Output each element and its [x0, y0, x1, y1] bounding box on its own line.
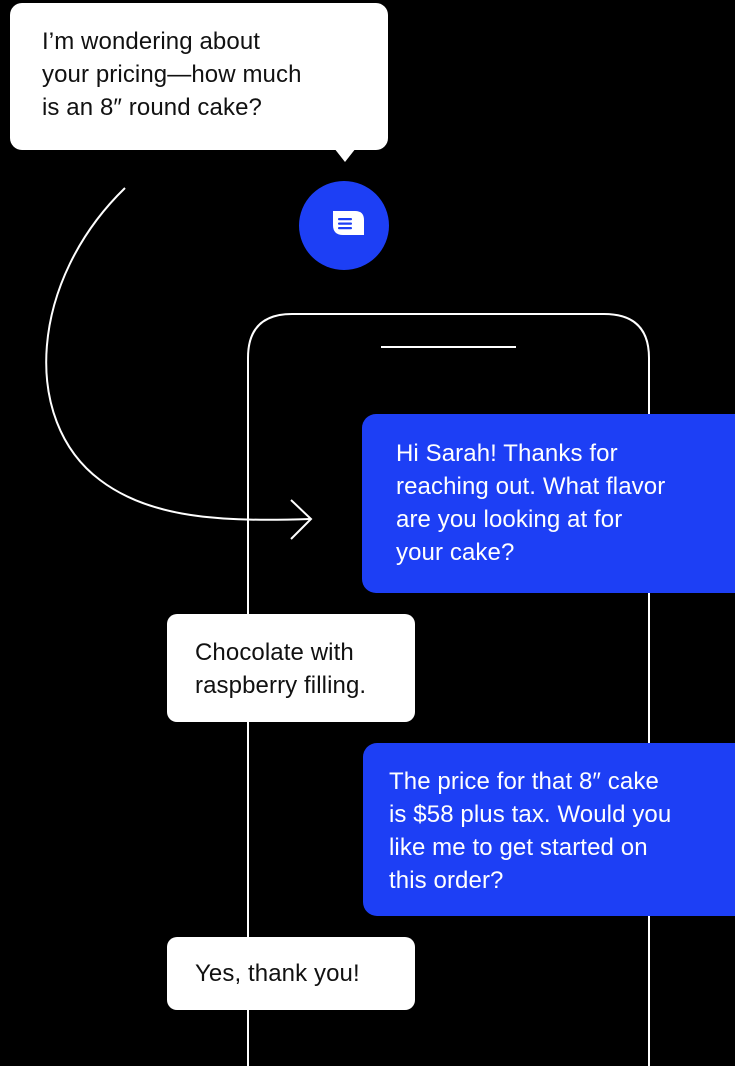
message-line: The price for that 8″ cake	[389, 768, 659, 795]
customer-reply-bubble: Chocolate with raspberry filling.	[167, 614, 415, 722]
message-line: like me to get started on	[389, 834, 648, 861]
chat-bubble-icon	[333, 211, 364, 235]
business-reply-bubble: The price for that 8″ cake is $58 plus t…	[363, 743, 735, 916]
message-line: are you looking at for	[396, 506, 623, 533]
customer-reply-bubble: Yes, thank you!	[167, 937, 415, 1010]
incoming-message-bubble: I’m wondering about your pricing—how muc…	[10, 3, 388, 150]
message-line: is $58 plus tax. Would you	[389, 801, 672, 828]
message-line: raspberry filling.	[195, 672, 367, 699]
incoming-message-tail	[334, 148, 356, 162]
message-line: reaching out. What flavor	[396, 473, 666, 500]
curved-arrow-icon	[45, 187, 311, 521]
incoming-message-line: is an 8″ round cake?	[42, 94, 262, 121]
message-line: Chocolate with	[195, 639, 354, 666]
chat-badge[interactable]	[299, 181, 389, 270]
message-line: your cake?	[396, 539, 515, 566]
incoming-message-line: your pricing—how much	[42, 61, 302, 88]
business-reply-bubble: Hi Sarah! Thanks for reaching out. What …	[362, 414, 735, 593]
message-line: this order?	[389, 867, 504, 894]
message-line: Yes, thank you!	[195, 960, 360, 987]
incoming-message-line: I’m wondering about	[42, 28, 261, 55]
message-line: Hi Sarah! Thanks for	[396, 440, 618, 467]
